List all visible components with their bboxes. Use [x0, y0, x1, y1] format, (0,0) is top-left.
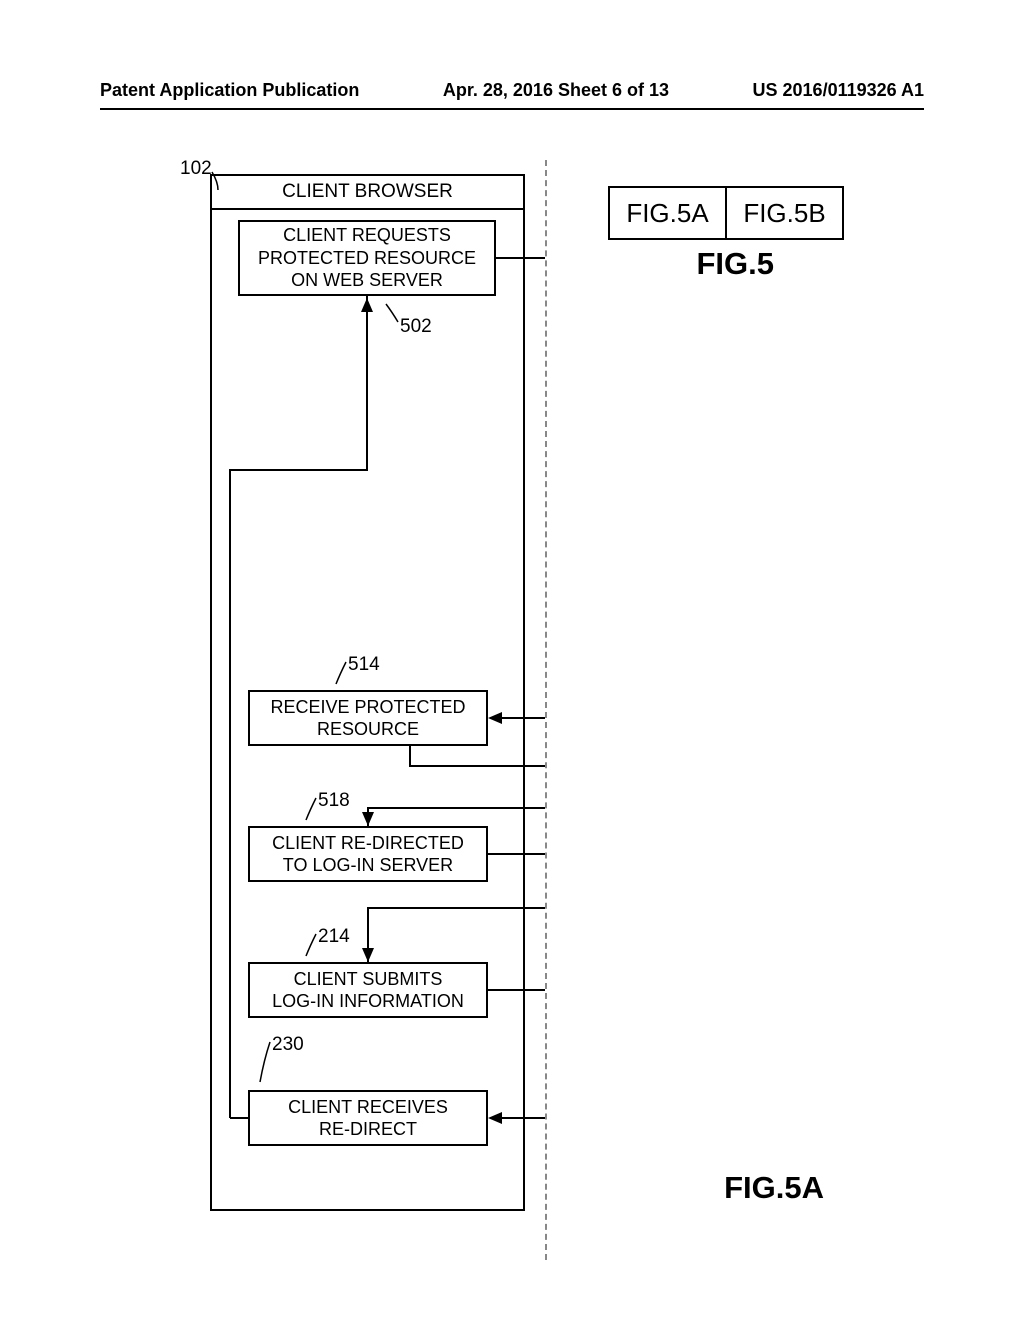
ref-102: 102 [180, 158, 212, 180]
figure-5-label: FIG.5 [696, 246, 774, 282]
header-right: US 2016/0119326 A1 [753, 80, 924, 101]
figure-key-a: FIG.5A [610, 188, 727, 238]
page-split-dashed-line [545, 160, 547, 1260]
flowchart-diagram: FIG.5A FIG.5B FIG.5 CLIENT BROWSER CLIEN… [100, 160, 924, 1260]
header-left: Patent Application Publication [100, 80, 359, 101]
figure-key: FIG.5A FIG.5B [608, 186, 844, 240]
page-header: Patent Application Publication Apr. 28, … [100, 80, 924, 101]
ref-230: 230 [272, 1034, 304, 1056]
figure-key-b: FIG.5B [727, 188, 842, 238]
step-client-redirected-login: CLIENT RE-DIRECTED TO LOG-IN SERVER [248, 826, 488, 882]
figure-5a-label: FIG.5A [724, 1170, 824, 1206]
ref-214: 214 [318, 926, 350, 948]
ref-518: 518 [318, 790, 350, 812]
step-receive-protected-resource: RECEIVE PROTECTED RESOURCE [248, 690, 488, 746]
ref-514: 514 [348, 654, 380, 676]
step-client-submits-login: CLIENT SUBMITS LOG-IN INFORMATION [248, 962, 488, 1018]
ref-502: 502 [400, 316, 432, 338]
step-client-requests: CLIENT REQUESTS PROTECTED RESOURCE ON WE… [238, 220, 496, 296]
step-client-receives-redirect: CLIENT RECEIVES RE-DIRECT [248, 1090, 488, 1146]
header-rule [100, 108, 924, 110]
header-center: Apr. 28, 2016 Sheet 6 of 13 [443, 80, 669, 101]
